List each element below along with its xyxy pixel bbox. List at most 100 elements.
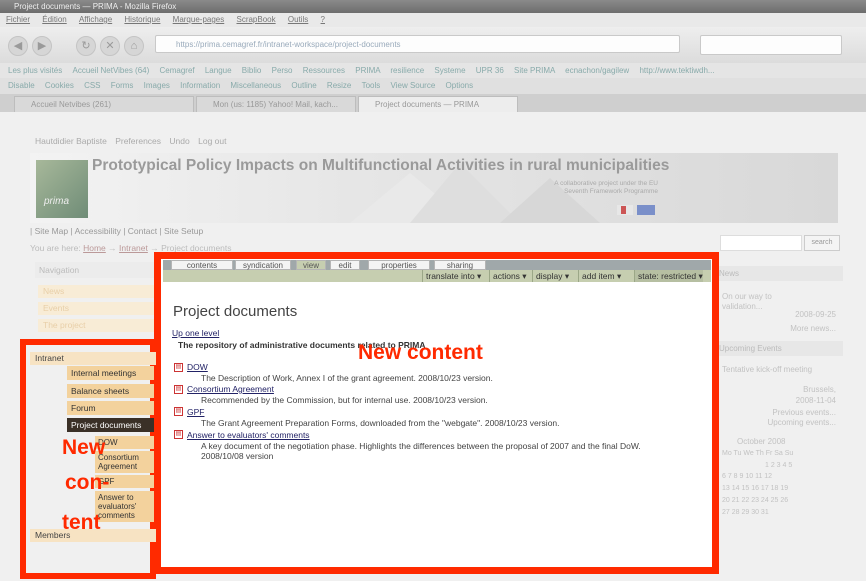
url-bar[interactable]: https://prima.cemagref.fr/intranet-works… [155,35,680,53]
new-content-label-line: tent [62,511,101,534]
bookmark-item[interactable]: http://www.tektiwdh... [639,66,714,75]
dev-menu-information[interactable]: Information [180,81,220,90]
display-menu[interactable]: display ▾ [532,270,569,282]
dev-menu-forms[interactable]: Forms [111,81,134,90]
calendar-weekdays: Mo Tu We Th Fr Sa Su [722,450,794,457]
event-item-link[interactable]: Tentative kick-off meeting [722,365,832,375]
web-developer-toolbar: Disable Cookies CSS Forms Images Informa… [0,78,866,94]
add-item-menu[interactable]: add item ▾ [578,270,621,282]
back-button[interactable]: ◀ [8,36,28,56]
more-news-link[interactable]: More news... [740,324,836,334]
bookmark-item[interactable]: UPR 36 [476,66,504,75]
nav-item-forum[interactable]: Forum [67,401,154,415]
up-one-level-link[interactable]: Up one level [172,328,219,338]
bookmark-item[interactable]: Ressources [303,66,345,75]
site-search-button[interactable]: search [804,235,840,251]
site-actions[interactable]: | Site Map | Accessibility | Contact | S… [30,226,203,236]
actions-menu[interactable]: actions ▾ [489,270,527,282]
bookmark-item[interactable]: Systeme [434,66,465,75]
browser-tab-netvibes[interactable]: Accueil Netvibes (261) [14,96,194,112]
menu-help[interactable]: ? [321,15,325,24]
menu-edition[interactable]: Édition [42,15,66,24]
prima-logo[interactable]: prima [36,160,88,218]
calendar-week[interactable]: 6 7 8 9 10 11 12 [722,472,772,482]
reload-icon[interactable]: ↻ [76,36,96,56]
nav-item-intranet[interactable]: Intranet [30,352,156,365]
state-menu[interactable]: state: restricted ▾ [634,270,703,282]
calendar-week[interactable]: 27 28 29 30 31 [722,508,769,518]
site-search-input[interactable] [720,235,802,251]
bookmark-item[interactable]: Biblio [242,66,262,75]
logout-link[interactable]: Log out [198,136,226,146]
pdf-icon: ▤ [174,430,183,439]
tab-contents[interactable]: contents [171,260,233,270]
tab-syndication[interactable]: syndication [235,260,291,270]
menu-outils[interactable]: Outils [288,15,308,24]
nav-item-project-documents[interactable]: Project documents [67,418,154,432]
tab-sharing[interactable]: sharing [434,260,486,270]
tab-view[interactable]: view [296,260,326,270]
calendar-month: October 2008 [737,437,786,446]
bookmark-item[interactable]: Langue [205,66,232,75]
menu-historique[interactable]: Historique [124,15,160,24]
dev-menu-view-source[interactable]: View Source [391,81,436,90]
bookmark-item[interactable]: Accueil NetVibes (64) [72,66,149,75]
menu-scrapbook[interactable]: ScrapBook [236,15,275,24]
nav-item-balance-sheets[interactable]: Balance sheets [67,384,154,398]
calendar-week[interactable]: 13 14 15 16 17 18 19 [722,484,788,494]
breadcrumb-intranet[interactable]: Intranet [119,243,148,253]
nav-subitem-answer-to-evaluators[interactable]: Answer to evaluators' comments [95,491,154,522]
upcoming-events-link[interactable]: Upcoming events... [740,418,836,428]
breadcrumb-home[interactable]: Home [83,243,106,253]
dev-menu-images[interactable]: Images [144,81,170,90]
news-portlet-heading: News [715,266,843,281]
dev-menu-cookies[interactable]: Cookies [45,81,74,90]
calendar-week[interactable]: 1 2 3 4 5 [765,461,792,471]
dev-menu-outline[interactable]: Outline [291,81,316,90]
dev-menu-resize[interactable]: Resize [327,81,351,90]
event-date: 2008-11-04 [795,396,836,405]
stop-icon[interactable]: ✕ [100,36,120,56]
dev-menu-css[interactable]: CSS [84,81,100,90]
pdf-icon: ▤ [174,407,183,416]
dev-menu-miscellaneous[interactable]: Miscellaneous [230,81,281,90]
nav-item-events[interactable]: Events [38,302,158,315]
bookmark-item[interactable]: resilience [390,66,424,75]
site-title: Prototypical Policy Impacts on Multifunc… [92,157,670,174]
calendar-week[interactable]: 20 21 22 23 24 25 26 [722,496,788,506]
nav-item-news[interactable]: News [38,285,158,298]
language-flags-icon[interactable] [617,205,657,215]
news-item-link[interactable]: On our way to validation... [722,292,812,312]
menu-affichage[interactable]: Affichage [79,15,112,24]
dev-menu-disable[interactable]: Disable [8,81,35,90]
document-description: The Description of Work, Annex I of the … [201,373,493,383]
bookmark-item[interactable]: PRIMA [355,66,380,75]
document-link-answer-to-evaluators[interactable]: Answer to evaluators' comments [187,430,310,440]
document-link-dow[interactable]: DOW [187,362,208,372]
preferences-link[interactable]: Preferences [115,136,161,146]
document-link-gpf[interactable]: GPF [187,407,204,417]
user-name-link[interactable]: Hautdidier Baptiste [35,136,107,146]
previous-events-link[interactable]: Previous events... [740,408,836,418]
menu-marque-pages[interactable]: Marque-pages [173,15,225,24]
bookmark-item[interactable]: Les plus visités [8,66,62,75]
tab-edit[interactable]: edit [330,260,360,270]
bookmark-item[interactable]: Site PRIMA [514,66,555,75]
bookmark-item[interactable]: Cemagref [160,66,195,75]
document-link-consortium-agreement[interactable]: Consortium Agreement [187,384,274,394]
browser-tab-project-documents[interactable]: Project documents — PRIMA [358,96,518,112]
bookmark-item[interactable]: Perso [272,66,293,75]
translate-menu[interactable]: translate into ▾ [422,270,481,282]
dev-menu-tools[interactable]: Tools [362,81,381,90]
bookmark-item[interactable]: ecnachon/gagilew [565,66,629,75]
forward-button[interactable]: ▶ [32,36,52,56]
browser-tab-yahoo-mail[interactable]: Mon (us: 1185) Yahoo! Mail, kach... [196,96,356,112]
menu-fichier[interactable]: Fichier [6,15,30,24]
tab-properties[interactable]: properties [368,260,430,270]
nav-item-internal-meetings[interactable]: Internal meetings [67,366,154,380]
undo-link[interactable]: Undo [169,136,189,146]
browser-search-input[interactable] [700,35,842,55]
dev-menu-options[interactable]: Options [446,81,474,90]
home-icon[interactable]: ⌂ [124,36,144,56]
nav-item-the-project[interactable]: The project [38,319,158,332]
